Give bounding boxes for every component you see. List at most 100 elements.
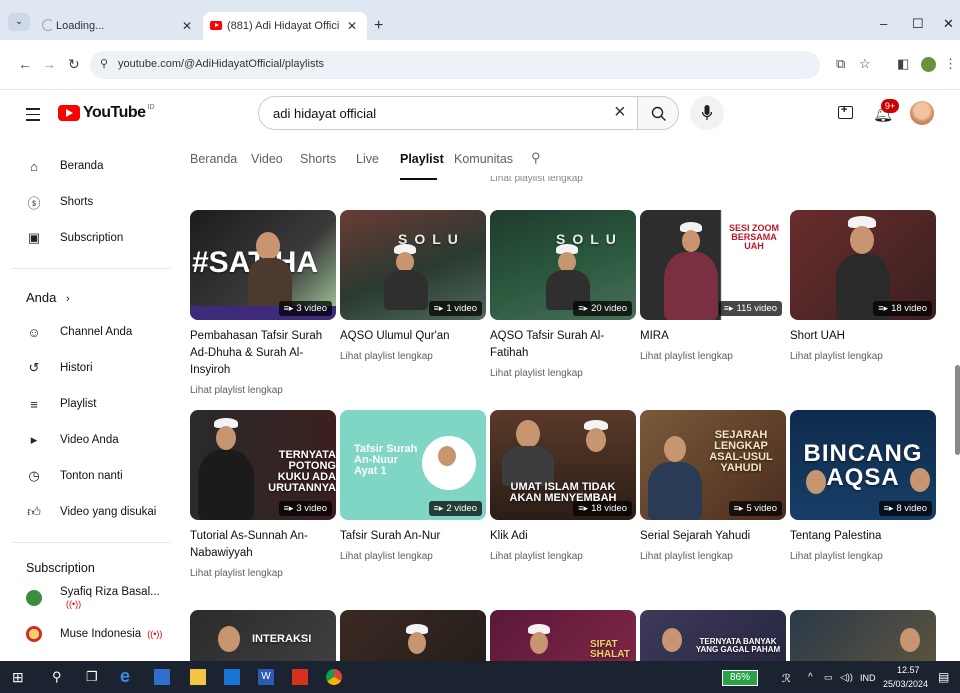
sidebar-item-playlists[interactable]: ≡ Playlist [0,386,175,422]
playlist-card[interactable]: SOLU ≡▸ 20 video AQSO Tafsir Surah Al-Fat… [490,210,636,379]
playlist-thumbnail[interactable]: SESI ZOOM BERSAMA UAH ≡▸ 115 video [640,210,786,320]
playlist-thumbnail[interactable] [340,610,486,661]
tab-playlists[interactable]: Playlist [400,152,444,166]
action-center-icon[interactable]: ▤ [938,670,949,684]
playlist-card[interactable] [790,610,936,661]
back-arrow-icon[interactable]: ← [18,56,32,72]
clock-date[interactable]: 25/03/2024 [883,679,928,689]
clock-time[interactable]: 12.57 [897,665,920,675]
playlist-card[interactable]: INTERAKSI [190,610,336,661]
playlist-thumbnail[interactable]: TERNYATA BANYAK YANG GAGAL PAHAM [640,610,786,661]
cut-off-link[interactable]: Lihat playlist lengkap [490,176,583,184]
browser-tab-youtube[interactable]: (881) Adi Hidayat Official - YouT ✕ [203,12,367,40]
tab-community[interactable]: Komunitas [454,152,513,166]
playlist-thumbnail[interactable]: INTERAKSI [190,610,336,661]
view-full-playlist-link[interactable]: Lihat playlist lengkap [790,351,936,362]
playlist-card[interactable]: Tafsir Surah An-Nuur Ayat 1 ≡▸ 2 video Ta… [340,410,486,562]
playlist-card[interactable]: SESI ZOOM BERSAMA UAH ≡▸ 115 video MIRA L… [640,210,786,362]
sidebar-item-shorts[interactable]: ⓢ Shorts [0,184,175,220]
sidebar-item-your-channel[interactable]: ☺ Channel Anda [0,314,175,350]
view-full-playlist-link[interactable]: Lihat playlist lengkap [190,568,336,579]
address-bar[interactable]: ⚲ youtube.com/@AdiHidayatOfficial/playli… [90,51,820,79]
playlist-card[interactable]: SOLU ≡▸ 1 video AQSO Ulumul Qur'an Lihat … [340,210,486,362]
chrome-browser-icon[interactable] [326,669,342,685]
playlist-title[interactable]: MIRA [640,328,786,345]
playlist-card[interactable]: ≡▸ 18 video Short UAH Lihat playlist leng… [790,210,936,362]
search-button[interactable] [637,96,679,130]
view-full-playlist-link[interactable]: Lihat playlist lengkap [340,351,486,362]
sidebar-item-your-videos[interactable]: ▸ Video Anda [0,422,175,458]
playlist-thumbnail[interactable]: #SAT HA ≡▸ 3 video [190,210,336,320]
bookmark-star-icon[interactable]: ☆ [859,56,871,72]
sidebar-item-liked-videos[interactable]: 👍︎ Video yang disukai [0,494,175,530]
playlist-thumbnail[interactable]: SIFAT SHALAT [490,610,636,661]
view-full-playlist-link[interactable]: Lihat playlist lengkap [640,551,786,562]
playlist-title[interactable]: Tentang Palestina [790,528,936,545]
kebab-menu-icon[interactable]: ⋮ [944,56,957,72]
tray-chevron-up-icon[interactable]: ^ [808,672,813,683]
new-tab-plus-icon[interactable]: + [374,17,383,35]
store-icon[interactable] [190,669,206,685]
create-video-icon[interactable] [838,104,853,119]
view-full-playlist-link[interactable]: Lihat playlist lengkap [490,551,636,562]
sidebar-item-watch-later[interactable]: ◷ Tonton nanti [0,458,175,494]
search-input[interactable]: adi hidayat official [258,96,638,130]
tab-shorts[interactable]: Shorts [300,152,336,166]
view-full-playlist-link[interactable]: Lihat playlist lengkap [340,551,486,562]
playlist-card[interactable]: UMAT ISLAM TIDAK AKAN MENYEMBAH ≡▸ 18 vid… [490,410,636,562]
profile-icon[interactable] [921,57,936,72]
playlist-card[interactable]: BINCANG AQSA ≡▸ 8 video Tentang Palestina… [790,410,936,562]
input-language[interactable]: IND [860,673,876,683]
sidebar-item-history[interactable]: ↺ Histori [0,350,175,386]
network-icon[interactable]: ▭ [824,672,833,683]
sidebar-item-home[interactable]: ⌂ Beranda [0,148,175,184]
view-full-playlist-link[interactable]: Lihat playlist lengkap [640,351,786,362]
playlist-thumbnail[interactable]: ≡▸ 18 video [790,210,936,320]
youtube-logo[interactable]: YouTube ID [58,104,155,122]
playlist-card[interactable]: TERNYATA BANYAK YANG GAGAL PAHAM [640,610,786,661]
sidebar-subscription-item[interactable]: Syafiq Riza Basal...((•)) [0,580,175,616]
playlist-card[interactable]: #SAT HA ≡▸ 3 video Pembahasan Tafsir Sura… [190,210,336,396]
windows-start-icon[interactable]: ⊞ [12,669,24,686]
playlist-thumbnail[interactable]: Tafsir Surah An-Nuur Ayat 1 ≡▸ 2 video [340,410,486,520]
playlist-title[interactable]: Serial Sejarah Yahudi [640,528,786,545]
playlist-thumbnail[interactable]: BINCANG AQSA ≡▸ 8 video [790,410,936,520]
people-icon[interactable]: ℛ [782,672,791,685]
playlist-thumbnail[interactable] [790,610,936,661]
playlist-title[interactable]: Short UAH [790,328,936,345]
account-avatar[interactable] [910,101,934,125]
close-icon[interactable]: ✕ [347,19,357,33]
mail-icon[interactable] [224,669,240,685]
view-full-playlist-link[interactable]: Lihat playlist lengkap [190,385,336,396]
taskbar-search-icon[interactable]: ⚲ [52,669,62,685]
pdf-app-icon[interactable] [292,669,308,685]
playlist-thumbnail[interactable]: SOLU ≡▸ 20 video [490,210,636,320]
forward-arrow-icon[interactable]: → [42,56,56,72]
tab-live[interactable]: Live [356,152,379,166]
close-icon[interactable]: ✕ [182,19,192,33]
playlist-title[interactable]: Klik Adi [490,528,636,545]
tab-home[interactable]: Beranda [190,152,237,166]
window-close-icon[interactable]: ✕ [943,16,954,32]
sidebar-item-subscriptions[interactable]: ▣ Subscription [0,220,175,256]
site-info-icon[interactable]: ⚲ [100,57,108,70]
edge-browser-icon[interactable]: e [120,666,130,687]
file-explorer-icon[interactable] [154,669,170,685]
page-scrollbar[interactable] [955,365,960,455]
task-view-icon[interactable]: ❐ [86,669,98,685]
playlist-title[interactable]: Tafsir Surah An-Nur [340,528,486,545]
playlist-card[interactable] [340,610,486,661]
tab-search-chevron-icon[interactable]: ⌄ [8,13,30,31]
view-full-playlist-link[interactable]: Lihat playlist lengkap [790,551,936,562]
sidebar-you-heading[interactable]: Anda › [26,290,70,305]
channel-search-icon[interactable]: ⚲ [531,150,541,166]
battery-indicator[interactable]: 86% [722,670,758,686]
browser-tab-loading[interactable]: Loading... ✕ [40,12,202,40]
playlist-title[interactable]: Pembahasan Tafsir Surah Ad-Dhuha & Surah… [190,328,336,379]
side-panel-icon[interactable]: ◧ [897,56,909,72]
maximize-icon[interactable]: ☐ [912,16,924,32]
playlist-card[interactable]: SIFAT SHALAT [490,610,636,661]
view-full-playlist-link[interactable]: Lihat playlist lengkap [490,368,636,379]
playlist-title[interactable]: AQSO Ulumul Qur'an [340,328,486,345]
reload-icon[interactable]: ↻ [68,56,80,73]
